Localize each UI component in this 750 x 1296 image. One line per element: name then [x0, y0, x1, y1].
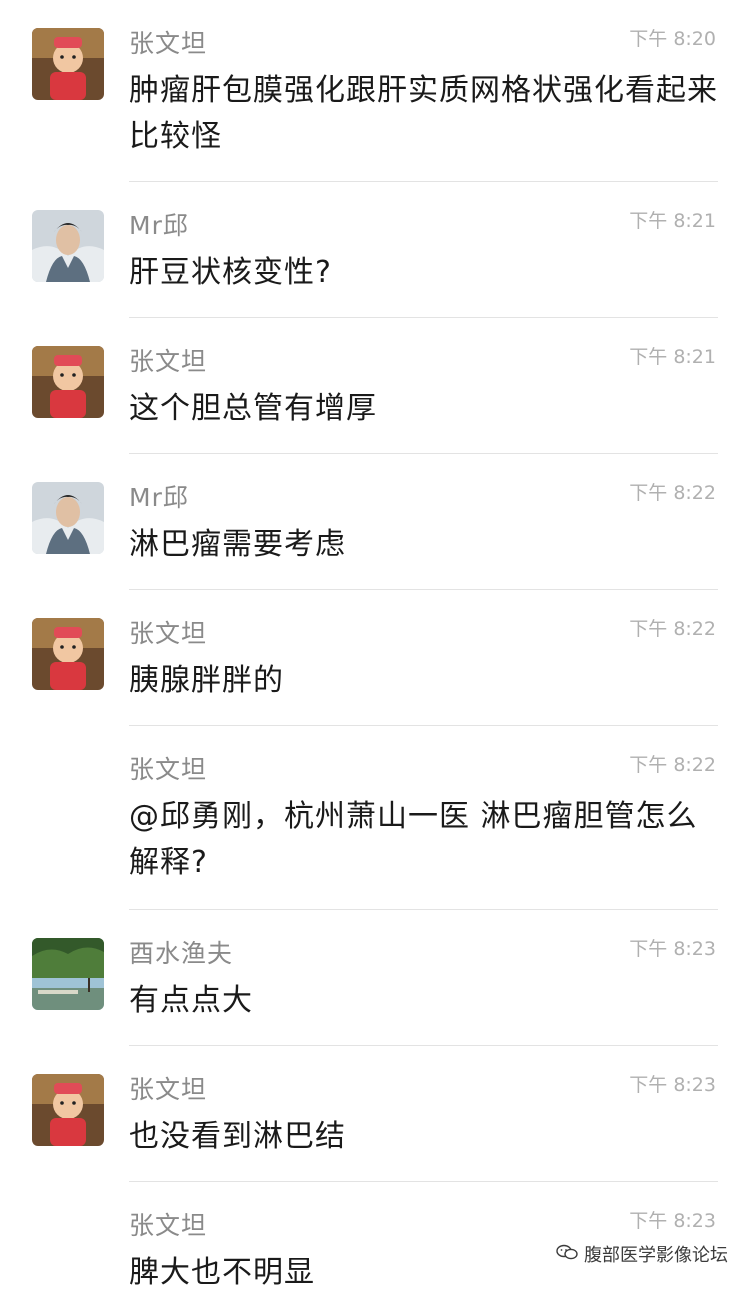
cartoon-child-avatar[interactable]: [32, 1074, 104, 1146]
message-time: 下午 8:23: [629, 1210, 716, 1232]
sender-name: Mr邱: [129, 211, 189, 240]
message-time: 下午 8:22: [629, 482, 716, 504]
message-text: 淋巴瘤需要考虑: [129, 527, 346, 562]
sender-name: 张文坦: [129, 347, 208, 376]
cartoon-child-avatar[interactable]: [32, 618, 104, 690]
sender-name: 张文坦: [129, 1211, 208, 1240]
message-item: 张文坦 下午 8:22 @邱勇刚，杭州萧山一医 淋巴瘤胆管怎么解释?: [0, 726, 750, 910]
message-time: 下午 8:22: [629, 754, 716, 776]
message-time: 下午 8:23: [629, 938, 716, 960]
message-item: 张文坦 下午 8:21 这个胆总管有增厚: [0, 318, 750, 454]
landscape-avatar[interactable]: [32, 938, 104, 1010]
message-item: 张文坦 下午 8:23 也没看到淋巴结: [0, 1046, 750, 1182]
sender-name: 张文坦: [129, 755, 208, 784]
cartoon-child-avatar[interactable]: [32, 346, 104, 418]
message-text: 也没看到淋巴结: [129, 1119, 346, 1154]
message-text: 有点点大: [129, 983, 253, 1018]
man-portrait-avatar[interactable]: [32, 210, 104, 282]
message-text: 这个胆总管有增厚: [129, 391, 377, 426]
cartoon-child-avatar[interactable]: [32, 28, 104, 100]
watermark-text: 腹部医学影像论坛: [584, 1245, 728, 1266]
message-text: @邱勇刚，杭州萧山一医 淋巴瘤胆管怎么解释?: [129, 799, 698, 880]
watermark: 腹部医学影像论坛: [556, 1241, 728, 1267]
man-portrait-avatar[interactable]: [32, 482, 104, 554]
message-item: Mr邱 下午 8:21 肝豆状核变性?: [0, 182, 750, 318]
message-text: 肿瘤肝包膜强化跟肝实质网格状强化看起来比较怪: [129, 73, 718, 154]
sender-name: Mr邱: [129, 483, 189, 512]
sender-name: 酉水渔夫: [129, 939, 234, 968]
message-time: 下午 8:23: [629, 1074, 716, 1096]
wechat-official-account-icon: [556, 1243, 578, 1266]
sender-name: 张文坦: [129, 619, 208, 648]
message-time: 下午 8:21: [629, 210, 716, 232]
sender-name: 张文坦: [129, 1075, 208, 1104]
message-text: 肝豆状核变性?: [129, 255, 332, 290]
message-time: 下午 8:20: [629, 28, 716, 50]
message-time: 下午 8:21: [629, 346, 716, 368]
message-item: 张文坦 下午 8:20 肿瘤肝包膜强化跟肝实质网格状强化看起来比较怪: [0, 0, 750, 182]
message-item: 酉水渔夫 下午 8:23 有点点大: [0, 910, 750, 1046]
message-item: Mr邱 下午 8:22 淋巴瘤需要考虑: [0, 454, 750, 590]
message-item: 张文坦 下午 8:22 胰腺胖胖的: [0, 590, 750, 726]
message-time: 下午 8:22: [629, 618, 716, 640]
message-item: 张文坦 下午 8:23 脾大也不明显: [0, 1182, 750, 1290]
message-text: 胰腺胖胖的: [129, 663, 284, 698]
sender-name: 张文坦: [129, 29, 208, 58]
